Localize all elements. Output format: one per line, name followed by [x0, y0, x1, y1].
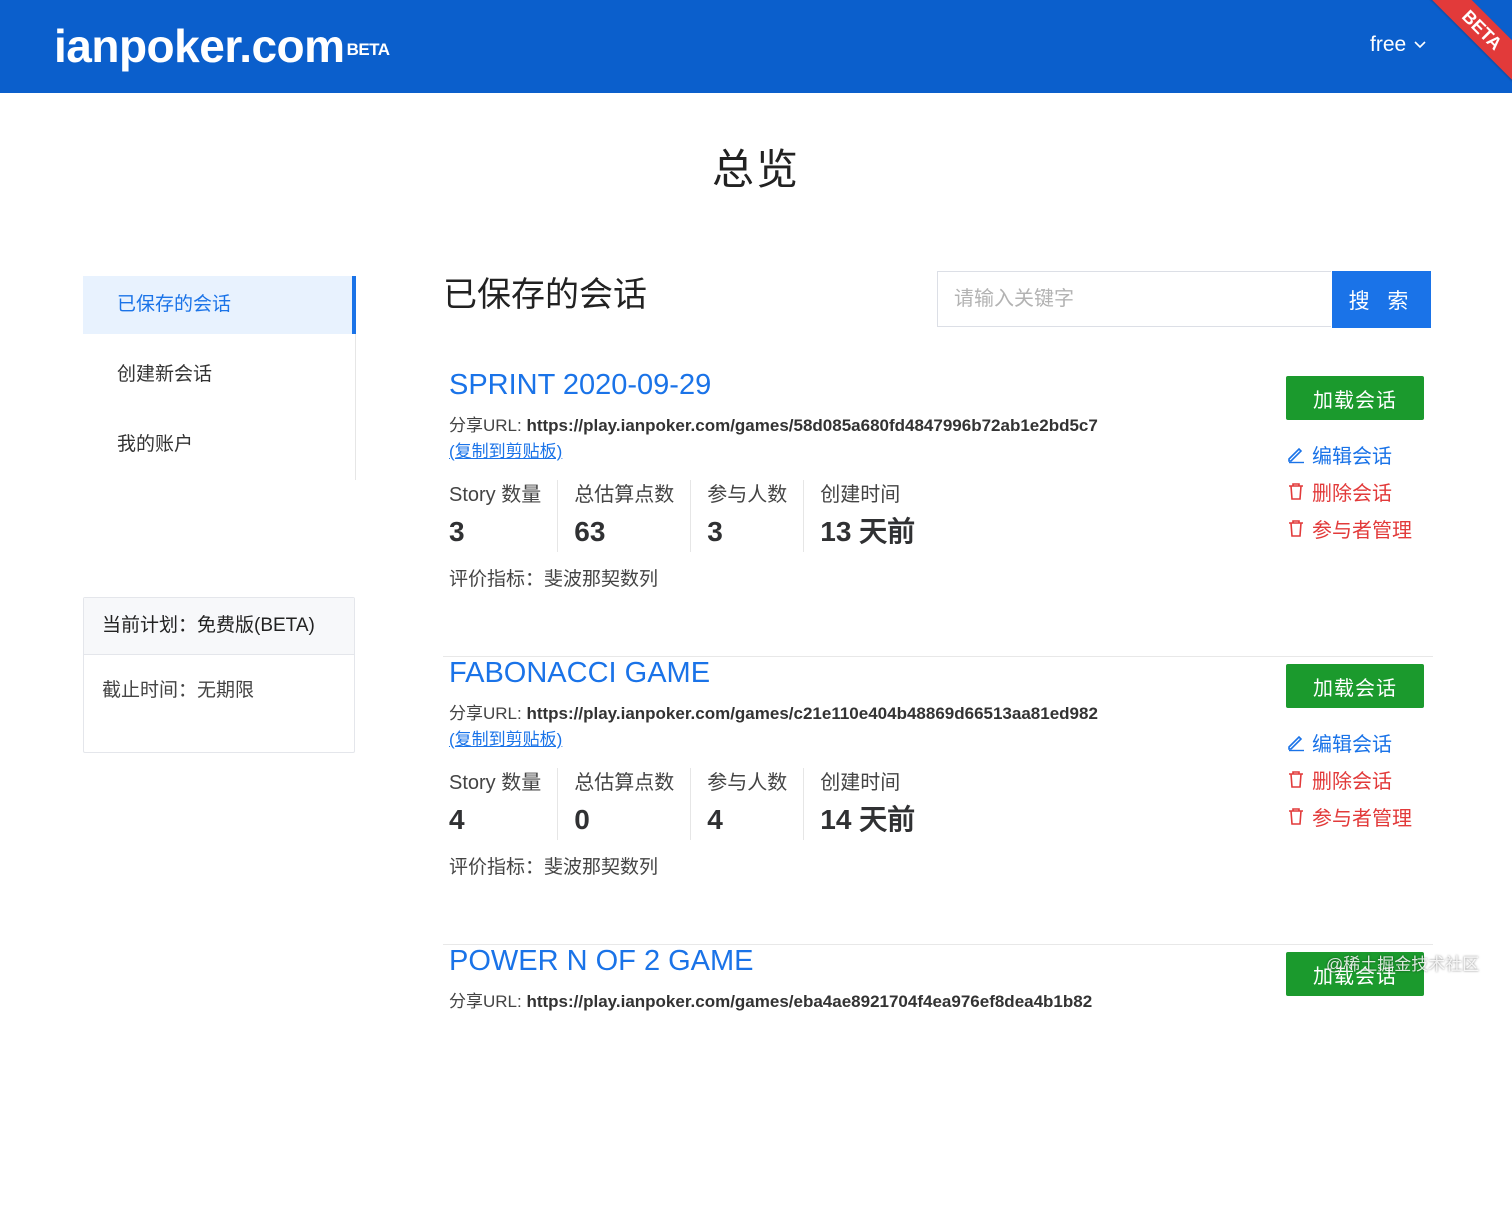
sidebar-item-my-account[interactable]: 我的账户 — [83, 416, 355, 474]
stat-label: 总估算点数 — [574, 484, 675, 506]
share-url-label: 分享URL: — [449, 992, 527, 1011]
share-url-value: https://play.ianpoker.com/games/58d085a6… — [526, 416, 1098, 435]
copy-to-clipboard-link[interactable]: (复制到剪贴板) — [449, 437, 562, 462]
site-logo[interactable]: ianpoker.com BETA — [54, 20, 390, 72]
stat-label: Story 数量 — [449, 772, 542, 794]
evaluation-metric: 评价指标：斐波那契数列 — [449, 564, 658, 591]
beta-ribbon: BETA — [1422, 0, 1512, 90]
session-actions: 加载会话 编辑会话 删除会话 参与者管理 — [1286, 376, 1426, 542]
delete-session-link[interactable]: 删除会话 — [1286, 765, 1426, 793]
plan-dropdown-label: free — [1370, 33, 1407, 56]
share-url: 分享URL: https://play.ianpoker.com/games/5… — [449, 411, 1098, 436]
session-title[interactable]: FABONACCI GAME — [449, 656, 710, 690]
metric-value: 斐波那契数列 — [544, 857, 659, 878]
metric-label: 评价指标： — [449, 569, 545, 590]
stat-participants: 参与人数 4 — [707, 768, 805, 840]
stat-created: 创建时间 14 天前 — [820, 768, 931, 840]
stat-label: 参与人数 — [707, 772, 788, 794]
stat-value: 63 — [574, 516, 606, 547]
stat-stories: Story 数量 4 — [449, 768, 559, 840]
copy-to-clipboard-link[interactable]: (复制到剪贴板) — [449, 725, 562, 750]
stat-value: 3 — [707, 516, 723, 547]
manage-participants-link[interactable]: 参与者管理 — [1286, 802, 1426, 830]
sidebar-item-create-session[interactable]: 创建新会话 — [83, 346, 355, 404]
plan-dropdown[interactable]: free — [1370, 33, 1426, 57]
stat-created: 创建时间 13 天前 — [820, 480, 931, 552]
stat-label: 总估算点数 — [574, 772, 675, 794]
manage-participants-label: 参与者管理 — [1312, 807, 1412, 830]
trash-icon — [1289, 808, 1303, 825]
stat-value: 4 — [707, 804, 723, 835]
stat-value: 0 — [574, 804, 590, 835]
share-url-value: https://play.ianpoker.com/games/c21e110e… — [526, 704, 1098, 723]
manage-participants-label: 参与者管理 — [1312, 519, 1412, 542]
delete-session-label: 删除会话 — [1312, 770, 1392, 793]
plan-card: 当前计划：免费版(BETA) 截止时间：无期限 — [83, 597, 355, 753]
share-url: 分享URL: https://play.ianpoker.com/games/e… — [449, 987, 1092, 1012]
session-card: POWER N OF 2 GAME 分享URL: https://play.ia… — [443, 944, 1433, 1232]
delete-session-label: 删除会话 — [1312, 482, 1392, 505]
metric-label: 评价指标： — [449, 857, 545, 878]
session-card: FABONACCI GAME 分享URL: https://play.ianpo… — [443, 656, 1433, 945]
stat-label: 创建时间 — [820, 772, 901, 794]
stat-value: 13 天前 — [820, 516, 916, 547]
trash-icon — [1289, 771, 1303, 788]
edit-icon — [1288, 447, 1304, 464]
edit-session-label: 编辑会话 — [1312, 733, 1392, 756]
logo-text: ianpoker.com — [54, 20, 345, 72]
sidebar-item-saved-sessions[interactable]: 已保存的会话 — [83, 276, 356, 334]
share-url: 分享URL: https://play.ianpoker.com/games/c… — [449, 699, 1098, 724]
trash-icon — [1289, 483, 1303, 500]
session-card: SPRINT 2020-09-29 分享URL: https://play.ia… — [443, 368, 1433, 657]
stat-points: 总估算点数 63 — [574, 480, 692, 552]
section-title: 已保存的会话 — [443, 276, 647, 314]
evaluation-metric: 评价指标：斐波那契数列 — [449, 852, 658, 879]
edit-session-label: 编辑会话 — [1312, 445, 1392, 468]
stat-points: 总估算点数 0 — [574, 768, 692, 840]
search-input[interactable] — [937, 271, 1331, 327]
page-title: 总览 — [711, 146, 800, 193]
stat-value: 4 — [449, 804, 465, 835]
session-title[interactable]: SPRINT 2020-09-29 — [449, 368, 711, 402]
edit-session-link[interactable]: 编辑会话 — [1286, 728, 1426, 756]
logo-beta-badge: BETA — [346, 40, 391, 59]
trash-icon — [1289, 520, 1303, 537]
stat-stories: Story 数量 3 — [449, 480, 559, 552]
current-plan: 当前计划：免费版(BETA) — [84, 598, 354, 655]
metric-value: 斐波那契数列 — [544, 569, 659, 590]
top-navbar: ianpoker.com BETA free BETA — [0, 0, 1512, 93]
session-actions: 加载会话 编辑会话 删除会话 参与者管理 — [1286, 664, 1426, 830]
edit-icon — [1288, 735, 1304, 752]
stat-participants: 参与人数 3 — [707, 480, 805, 552]
stat-label: Story 数量 — [449, 484, 542, 506]
load-session-button[interactable]: 加载会话 — [1286, 664, 1424, 708]
stat-value: 3 — [449, 516, 465, 547]
share-url-label: 分享URL: — [449, 416, 527, 435]
stat-value: 14 天前 — [820, 804, 916, 835]
search-button[interactable]: 搜 索 — [1332, 271, 1431, 328]
load-session-button[interactable]: 加载会话 — [1286, 376, 1424, 420]
session-title[interactable]: POWER N OF 2 GAME — [449, 944, 754, 978]
edit-session-link[interactable]: 编辑会话 — [1286, 440, 1426, 468]
manage-participants-link[interactable]: 参与者管理 — [1286, 514, 1426, 542]
sidebar-menu: 已保存的会话 创建新会话 我的账户 — [83, 276, 356, 480]
plan-expiry: 截止时间：无期限 — [102, 680, 255, 701]
delete-session-link[interactable]: 删除会话 — [1286, 477, 1426, 505]
session-stats: Story 数量 4 总估算点数 0 参与人数 4 创建时间 14 天前 — [449, 768, 947, 840]
share-url-value: https://play.ianpoker.com/games/eba4ae89… — [526, 992, 1093, 1011]
share-url-label: 分享URL: — [449, 704, 527, 723]
session-stats: Story 数量 3 总估算点数 63 参与人数 3 创建时间 13 天前 — [449, 480, 947, 552]
stat-label: 参与人数 — [707, 484, 788, 506]
stat-label: 创建时间 — [820, 484, 901, 506]
watermark: @稀土掘金技术社区 — [1326, 955, 1480, 974]
chevron-down-icon — [1414, 41, 1426, 49]
